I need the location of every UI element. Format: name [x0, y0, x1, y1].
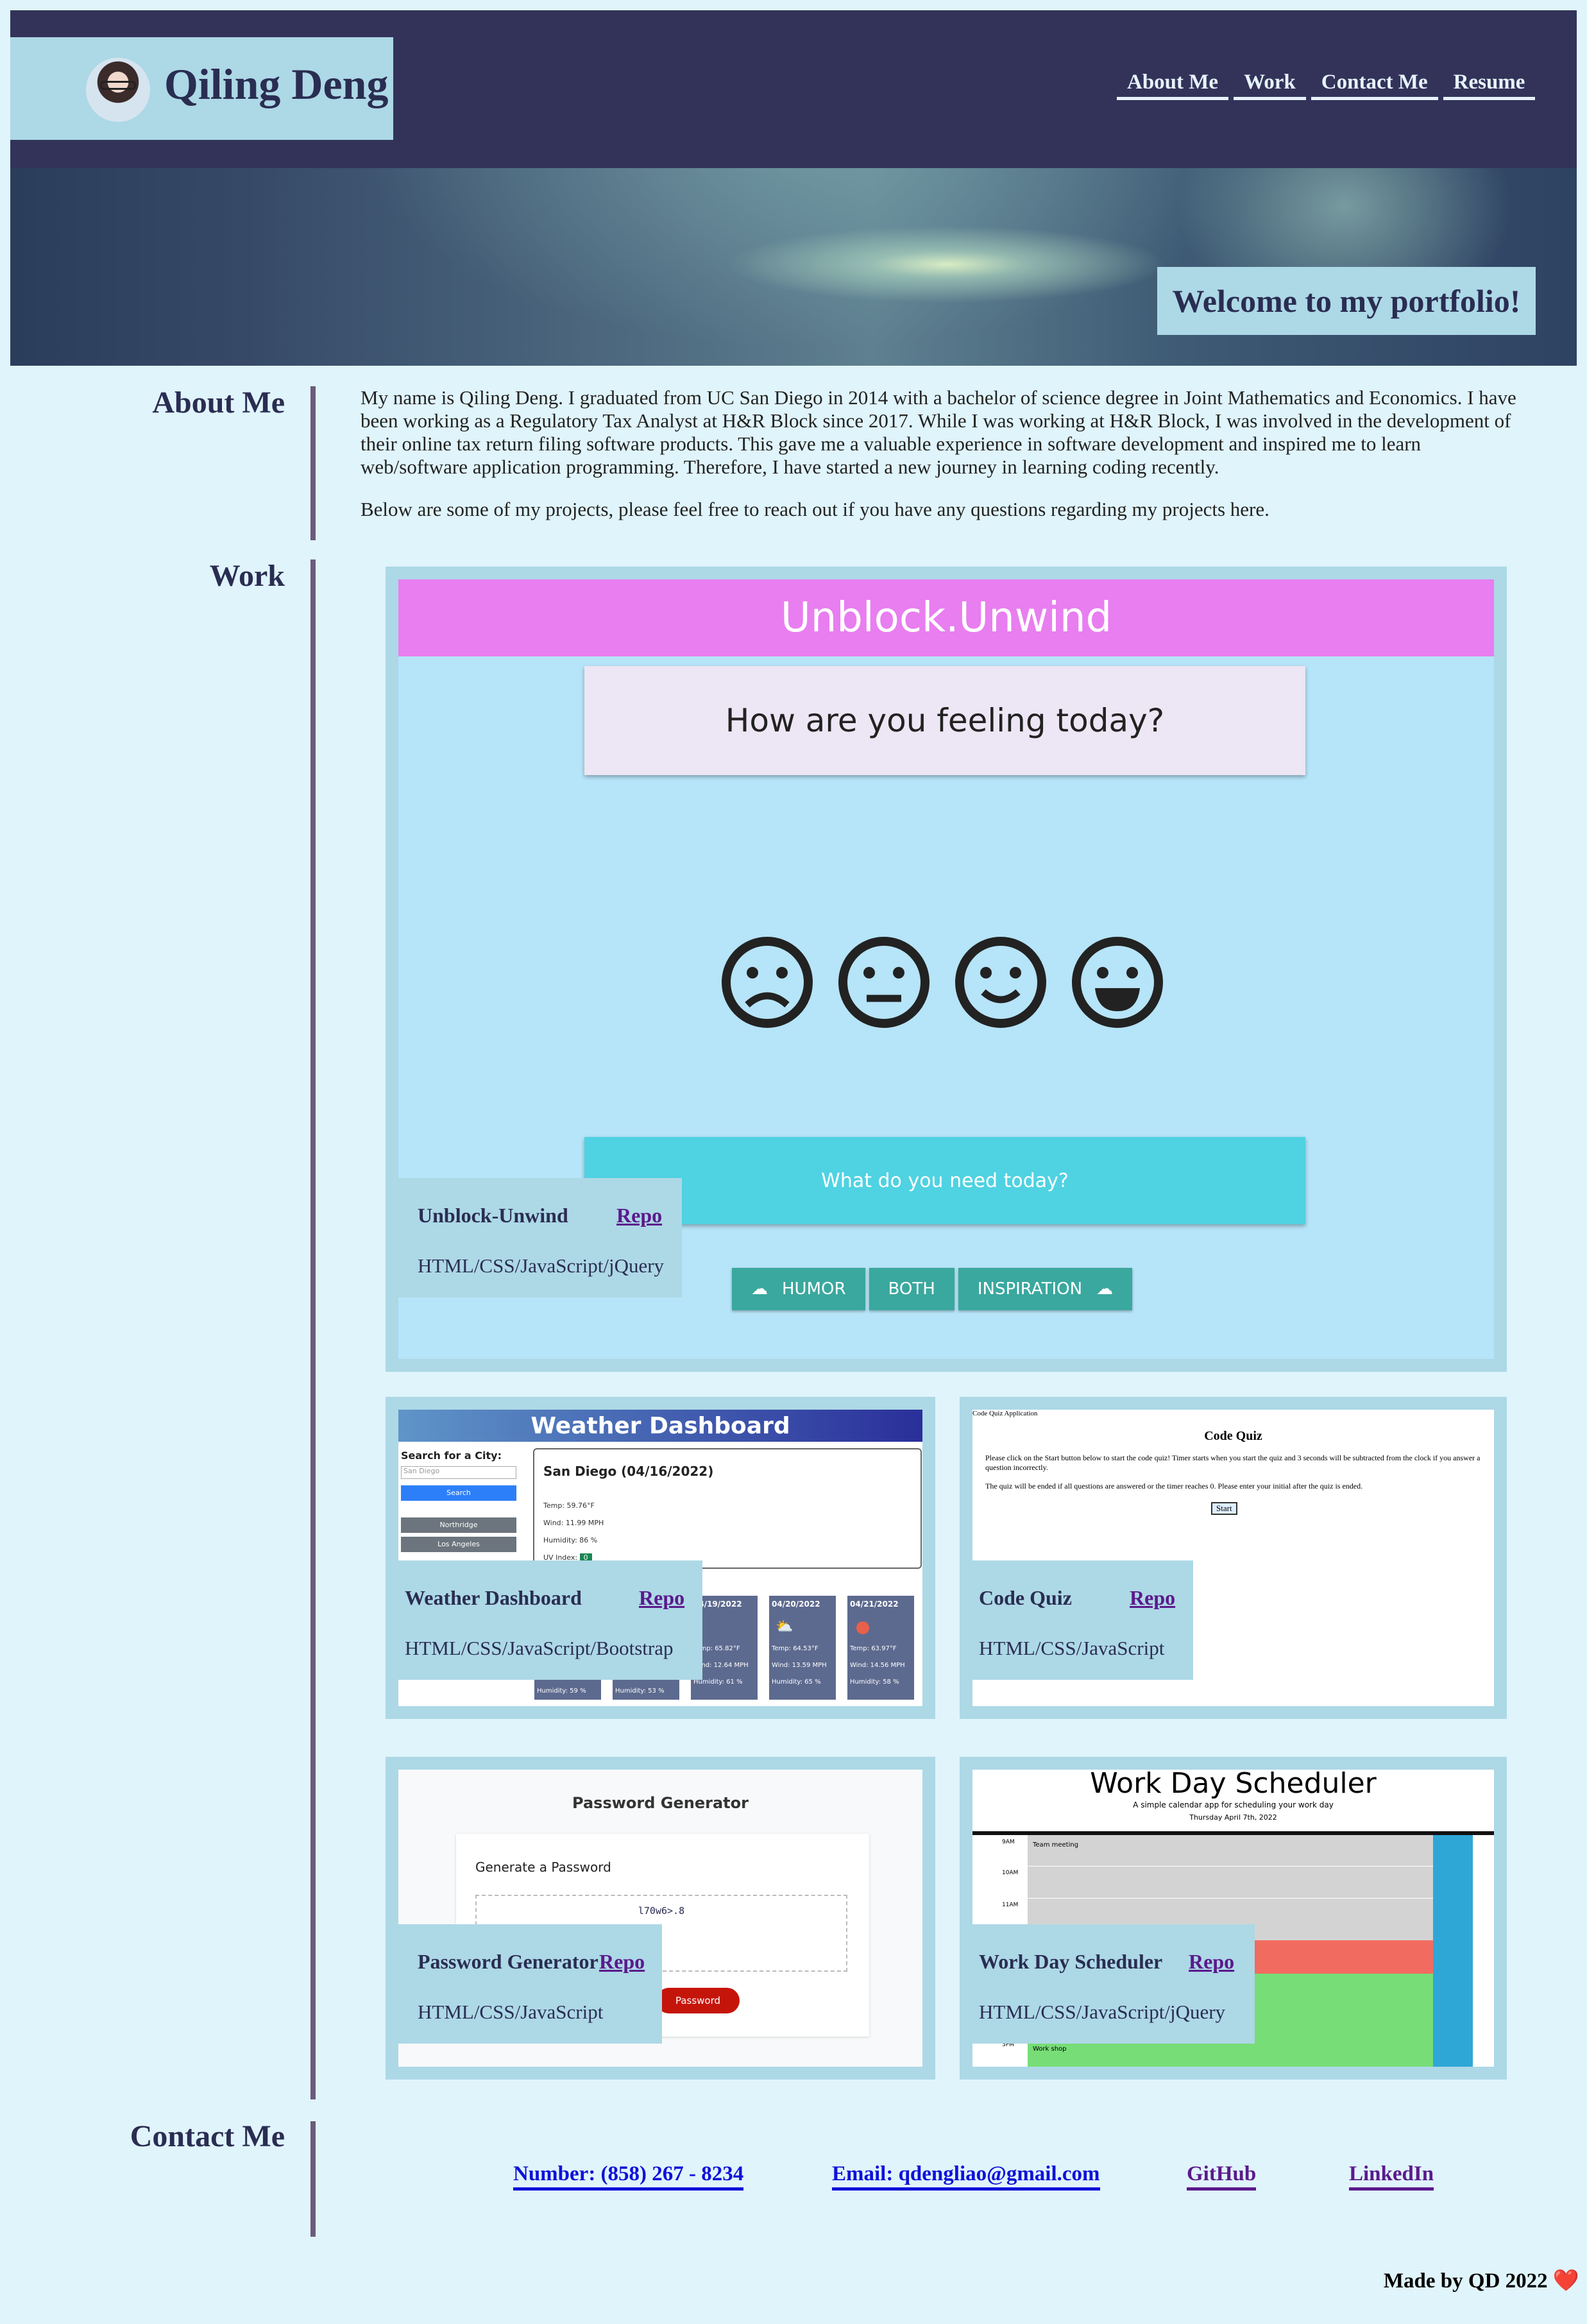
project-label: Weather Dashboard Repo HTML/CSS/JavaScri… — [386, 1560, 702, 1680]
project-card-weather[interactable]: Weather Dashboard Search for a City: San… — [386, 1397, 935, 1719]
about-text: My name is Qiling Deng. I graduated from… — [361, 386, 1528, 540]
weather-city-item: Northridge — [401, 1517, 516, 1533]
quiz-instructions: Please click on the Start button below t… — [985, 1453, 1481, 1472]
phone-link[interactable]: Number: (858) 267 - 8234 — [513, 2162, 744, 2191]
project-tech: HTML/CSS/JavaScript — [979, 1637, 1165, 1659]
quiz-start-button: Start — [1211, 1502, 1237, 1515]
project-name: Weather Dashboard — [405, 1586, 582, 1609]
project-name: Password Generator — [418, 1950, 598, 1973]
project-tech: HTML/CSS/JavaScript/jQuery — [979, 2001, 1226, 2023]
mood-faces — [720, 936, 1164, 1029]
project-card-unblock[interactable]: Unblock.Unwind How are you feeling today… — [386, 567, 1507, 1372]
project-label: Password Generator Repo HTML/CSS/JavaScr… — [398, 1924, 662, 2044]
project-name: Unblock-Unwind — [418, 1204, 568, 1227]
contact-rule — [310, 2121, 316, 2237]
weather-current-box: San Diego (04/16/2022) Temp: 59.76°F Win… — [533, 1448, 922, 1569]
project-name: Work Day Scheduler — [979, 1950, 1163, 1973]
quiz-title: Code Quiz — [1204, 1429, 1262, 1443]
main-nav: About Me Work Contact Me Resume — [1117, 68, 1536, 100]
project-card-password[interactable]: Password Generator Generate a Password l… — [386, 1757, 935, 2080]
weather-app-title: Weather Dashboard — [398, 1410, 922, 1442]
project-card-quiz[interactable]: Code Quiz Application Code Quiz Please c… — [960, 1397, 1507, 1719]
linkedin-link[interactable]: LinkedIn — [1349, 2162, 1434, 2191]
cloud-icon: ☁ — [751, 1279, 768, 1299]
nav-resume[interactable]: Resume — [1443, 68, 1536, 100]
nav-contact[interactable]: Contact Me — [1311, 68, 1438, 100]
humor-button: ☁ HUMOR — [732, 1268, 865, 1310]
nav-about[interactable]: About Me — [1117, 68, 1229, 100]
inspiration-button: INSPIRATION ☁ — [958, 1268, 1133, 1310]
repo-link[interactable]: Repo — [616, 1204, 662, 1227]
email-link[interactable]: Email: qdengliao@gmail.com — [832, 2162, 1100, 2191]
weather-current-details: Temp: 59.76°F Wind: 11.99 MPH Humidity: … — [543, 1501, 604, 1562]
work-title: Work — [209, 559, 285, 593]
github-link[interactable]: GitHub — [1187, 2162, 1257, 2191]
welcome-banner: Welcome to my portfolio! — [1157, 267, 1536, 335]
about-paragraph-1: My name is Qiling Deng. I graduated from… — [361, 386, 1516, 478]
neutral-face-icon — [838, 937, 929, 1028]
event-text: Work shop — [1033, 2046, 1067, 2053]
repo-link[interactable]: Repo — [1130, 1586, 1175, 1610]
forecast-card: 04/20/2022 ⛅ Temp: 64.53°F Wind: 13.59 MP… — [769, 1596, 836, 1700]
about-rule — [310, 386, 316, 540]
scheduler-subtitle: A simple calendar app for scheduling you… — [1133, 1800, 1334, 1809]
unblock-buttons: ☁ HUMOR BOTH INSPIRATION ☁ — [732, 1268, 1133, 1310]
generate-button: Password — [656, 1988, 740, 2013]
cloud-icon: ☁ — [1096, 1279, 1114, 1299]
weather-city-item: Los Angeles — [401, 1537, 516, 1552]
unblock-need-bar: What do you need today? — [584, 1137, 1305, 1224]
event-text: Team meeting — [1033, 1841, 1079, 1849]
repo-link[interactable]: Repo — [1189, 1950, 1234, 1974]
both-button: BOTH — [869, 1268, 955, 1310]
weather-current-city: San Diego (04/16/2022) — [543, 1464, 714, 1479]
sun-icon — [856, 1621, 869, 1634]
weather-search-label: Search for a City: — [401, 1449, 502, 1462]
save-column — [1433, 1835, 1473, 2067]
brand-block: Qiling Deng — [10, 37, 393, 140]
project-card-scheduler[interactable]: Work Day Scheduler A simple calendar app… — [960, 1757, 1507, 2080]
password-card-heading: Generate a Password — [475, 1859, 611, 1875]
sad-face-icon — [722, 937, 813, 1028]
quiz-app-name: Code Quiz Application — [972, 1410, 1038, 1417]
unblock-question: How are you feeling today? — [584, 666, 1305, 775]
password-app-title: Password Generator — [572, 1794, 749, 1812]
footer-credit: Made by QD 2022 ❤️ — [1383, 2269, 1579, 2293]
forecast-card: 04/21/2022 Temp: 63.97°F Wind: 14.56 MPH H… — [847, 1596, 914, 1700]
weather-search-button: Search — [401, 1485, 516, 1501]
weather-search-input: San Diego — [401, 1466, 516, 1479]
about-title: About Me — [152, 386, 285, 420]
project-tech: HTML/CSS/JavaScript — [418, 2001, 604, 2023]
project-label: Work Day Scheduler Repo HTML/CSS/JavaScr… — [960, 1924, 1255, 2044]
nav-work[interactable]: Work — [1234, 68, 1306, 100]
project-label: Code Quiz Repo HTML/CSS/JavaScript — [960, 1560, 1193, 1680]
quiz-rules: The quiz will be ended if all questions … — [985, 1482, 1363, 1491]
work-rule — [310, 560, 316, 2099]
cloud-icon: ⛅ — [776, 1619, 794, 1635]
repo-link[interactable]: Repo — [599, 1950, 645, 1974]
scheduler-title: Work Day Scheduler — [1090, 1770, 1377, 1800]
smile-face-icon — [955, 937, 1046, 1028]
contact-title: Contact Me — [130, 2119, 285, 2153]
scheduler-date: Thursday April 7th, 2022 — [1189, 1813, 1277, 1822]
hero-header: Qiling Deng About Me Work Contact Me Res… — [10, 10, 1577, 366]
repo-link[interactable]: Repo — [639, 1586, 684, 1610]
project-label: Unblock-Unwind Repo HTML/CSS/JavaScript/… — [398, 1178, 682, 1297]
project-tech: HTML/CSS/JavaScript/Bootstrap — [405, 1637, 674, 1659]
avatar — [86, 58, 150, 122]
grin-face-icon — [1072, 937, 1163, 1028]
project-name: Code Quiz — [979, 1586, 1072, 1609]
about-paragraph-2: Below are some of my projects, please fe… — [361, 498, 1269, 520]
site-name: Qiling Deng — [164, 60, 389, 108]
unblock-app-title: Unblock.Unwind — [398, 579, 1494, 656]
project-tech: HTML/CSS/JavaScript/jQuery — [418, 1254, 665, 1277]
